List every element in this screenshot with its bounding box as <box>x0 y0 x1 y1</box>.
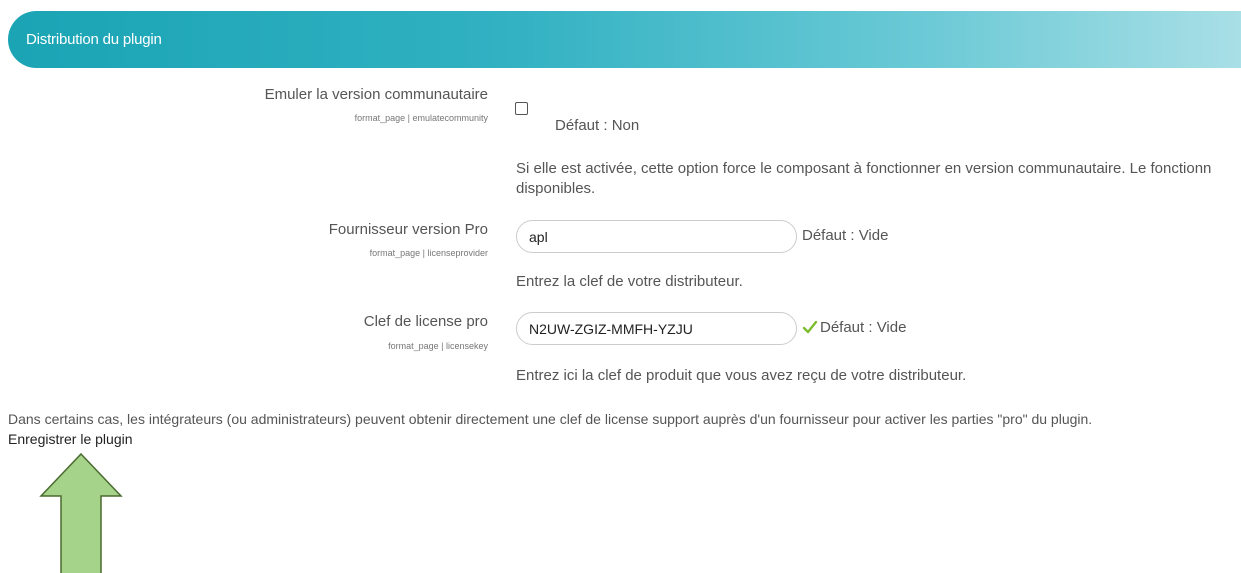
section-header[interactable]: Distribution du plugin <box>8 11 1241 68</box>
license-provider-description: Entrez la clef de votre distributeur. <box>516 273 743 290</box>
license-key-default: Défaut : Vide <box>820 319 907 336</box>
section-title: Distribution du plugin <box>26 31 162 48</box>
support-note: Dans certains cas, les intégrateurs (ou … <box>8 411 1093 427</box>
license-provider-input[interactable] <box>516 220 797 253</box>
emulate-community-label: Emuler la version communautaire <box>264 86 488 103</box>
license-key-key: format_page | licensekey <box>388 341 488 351</box>
emulate-community-checkbox[interactable] <box>515 102 528 115</box>
emulate-community-key: format_page | emulatecommunity <box>354 113 488 123</box>
up-arrow-icon <box>39 452 123 573</box>
emulate-community-description: Si elle est activée, cette option force … <box>516 160 1212 177</box>
emulate-community-description-cont: disponibles. <box>516 180 596 197</box>
license-key-label: Clef de license pro <box>363 313 488 330</box>
license-key-description: Entrez ici la clef de produit que vous a… <box>516 367 967 384</box>
license-provider-key: format_page | licenseprovider <box>369 248 488 258</box>
license-provider-label: Fournisseur version Pro <box>328 221 488 238</box>
license-key-input[interactable] <box>516 312 797 345</box>
check-icon <box>802 320 818 334</box>
license-provider-default: Défaut : Vide <box>802 227 889 244</box>
emulate-community-default: Défaut : Non <box>555 117 640 134</box>
register-plugin-link[interactable]: Enregistrer le plugin <box>8 431 133 447</box>
page: Distribution du plugin Emuler la version… <box>0 0 1241 573</box>
